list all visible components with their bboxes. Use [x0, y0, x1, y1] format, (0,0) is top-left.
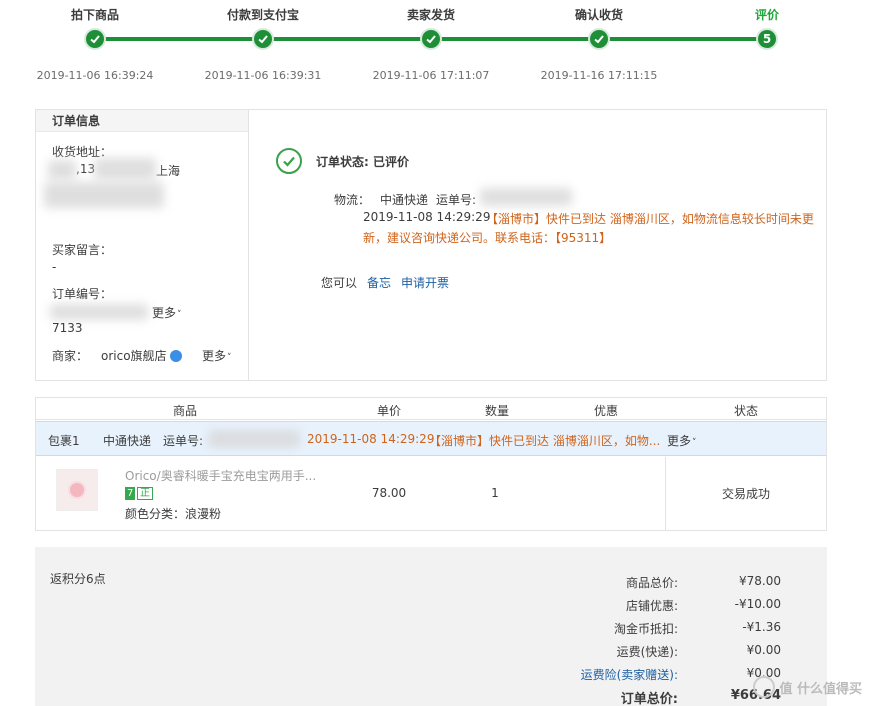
- total-label: 店铺优惠:: [625, 599, 678, 613]
- seller-name[interactable]: orico旗舰店: [101, 347, 182, 364]
- step-title-1: 拍下商品: [70, 8, 120, 22]
- address-partial: ,13: [76, 162, 96, 176]
- package-time: 2019-11-08 14:29:29: [307, 432, 435, 446]
- package-carrier: 中通快递: [103, 434, 152, 448]
- total-label: 运费(快递):: [616, 645, 678, 659]
- genuine-badge: 正: [137, 487, 153, 500]
- step-title-4: 确认收货: [574, 8, 624, 22]
- product-price: 78.00: [371, 486, 407, 500]
- redacted-blur: [50, 304, 148, 320]
- step-time-3: 2019-11-06 17:11:07: [372, 69, 490, 82]
- watermark-logo-icon: [753, 676, 776, 698]
- check-icon: [588, 28, 610, 50]
- check-circle-icon: [276, 148, 302, 174]
- seller-label: 商家：: [52, 349, 89, 363]
- order-no-more-link[interactable]: 更多: [152, 304, 182, 321]
- invoice-link[interactable]: 申请开票: [401, 274, 449, 291]
- product-spec: 颜色分类：浪漫粉: [125, 507, 222, 521]
- col-product: 商品: [172, 404, 198, 418]
- order-no-tail: 7133: [52, 321, 83, 335]
- package-table: 商品 单价 数量 优惠 状态 包裹1 中通快递 运单号: 2019-11-08 …: [35, 397, 827, 531]
- col-status: 状态: [733, 404, 759, 418]
- step-time-4: 2019-11-16 17:11:15: [540, 69, 658, 82]
- redacted-blur: [208, 430, 300, 448]
- total-row: 商品总价: ¥78.00: [35, 574, 827, 590]
- total-value: ¥0.00: [746, 643, 781, 657]
- buyer-note-value: -: [52, 260, 57, 274]
- check-icon: [420, 28, 442, 50]
- product-thumbnail[interactable]: [56, 469, 98, 511]
- you-can-label: 您可以: [321, 276, 358, 290]
- total-row-final: 订单总价: ¥66.64: [35, 688, 827, 706]
- total-row: 运费(快递): ¥0.00: [35, 643, 827, 659]
- step-title-3: 卖家发货: [406, 8, 456, 22]
- order-info-sidebar: 订单信息 收货地址： ,13 上海 买家留言： - 订单编号： 更多 7133 …: [36, 110, 249, 380]
- step-time-1: 2019-11-06 16:39:24: [36, 69, 154, 82]
- trade-status: 交易成功: [665, 457, 826, 530]
- col-qty: 数量: [484, 404, 510, 418]
- seven-day-return-badge: 7: [125, 487, 136, 500]
- waybill-label: 运单号:: [436, 193, 477, 207]
- seller-more-link[interactable]: 更多: [202, 347, 232, 364]
- site-watermark: 值 什么值得买: [753, 676, 862, 698]
- buyer-note-label: 买家留言：: [52, 243, 113, 257]
- package-waybill-label: 运单号:: [163, 434, 204, 448]
- order-total-label: 订单总价:: [620, 692, 678, 706]
- package-name: 包裹1: [48, 434, 80, 448]
- step-time-2: 2019-11-06 16:39:31: [204, 69, 322, 82]
- total-row: 淘金币抵扣: -¥1.36: [35, 620, 827, 636]
- watermark-text: 值 什么值得买: [779, 681, 862, 697]
- step-title-2: 付款到支付宝: [226, 8, 300, 22]
- total-row: 运费险(卖家赠送): ¥0.00: [35, 666, 827, 682]
- address-city: 上海: [156, 164, 181, 178]
- shop-verified-icon: [169, 350, 182, 362]
- product-qty: 1: [491, 486, 499, 500]
- step-number-5: 5: [756, 28, 778, 50]
- product-image: [68, 481, 86, 499]
- redacted-blur: [48, 160, 76, 180]
- total-value: -¥1.36: [742, 620, 781, 634]
- logistics-label: 物流：: [334, 193, 371, 207]
- col-discount: 优惠: [593, 404, 619, 418]
- order-progress: 拍下商品 2019-11-06 16:39:24 付款到支付宝 2019-11-…: [0, 0, 872, 95]
- table-header: 商品 单价 数量 优惠 状态: [36, 398, 826, 420]
- package-update: 【淄博市】快件已到达 淄博淄川区，如物...: [429, 434, 661, 448]
- total-row: 店铺优惠: -¥10.00: [35, 597, 827, 613]
- logistics-update-2: 新，建议咨询快递公司。联系电话：【95311】: [363, 231, 612, 245]
- logistics-update-1: 【淄博市】快件已到达 淄博淄川区，如物流信息较长时间未更: [486, 212, 814, 226]
- shipping-insurance-link[interactable]: 运费险(卖家赠送):: [581, 666, 678, 683]
- note-link[interactable]: 备忘: [367, 274, 391, 291]
- redacted-blur: [480, 188, 572, 206]
- redacted-blur: [94, 158, 156, 180]
- order-info-header: 订单信息: [36, 110, 248, 132]
- check-icon: [84, 28, 106, 50]
- redacted-blur: [44, 182, 164, 208]
- col-price: 单价: [376, 404, 402, 418]
- table-row: Orico/奥睿科暖手宝充电宝两用手... 7 正 颜色分类：浪漫粉 78.00…: [36, 457, 826, 530]
- package-row: 包裹1 中通快递 运单号: 2019-11-08 14:29:29 【淄博市】快…: [36, 421, 826, 456]
- logistics-time: 2019-11-08 14:29:29: [363, 210, 491, 224]
- seller-name-text[interactable]: orico旗舰店: [101, 349, 167, 363]
- package-more-link[interactable]: 更多: [667, 432, 697, 449]
- total-value: -¥10.00: [734, 597, 781, 611]
- logistics-carrier: 中通快递: [380, 193, 429, 207]
- total-label: 淘金币抵扣:: [613, 622, 678, 636]
- totals-panel: 返积分6点 商品总价: ¥78.00 店铺优惠: -¥10.00 淘金币抵扣: -¥1…: [35, 547, 827, 706]
- total-label: 商品总价:: [625, 576, 678, 590]
- step-title-5: 评价: [754, 8, 780, 22]
- check-icon: [252, 28, 274, 50]
- order-no-label: 订单编号：: [52, 287, 113, 301]
- total-value: ¥78.00: [739, 574, 781, 588]
- product-name[interactable]: Orico/奥睿科暖手宝充电宝两用手...: [125, 467, 316, 484]
- order-status: 订单状态: 已评价: [316, 155, 409, 169]
